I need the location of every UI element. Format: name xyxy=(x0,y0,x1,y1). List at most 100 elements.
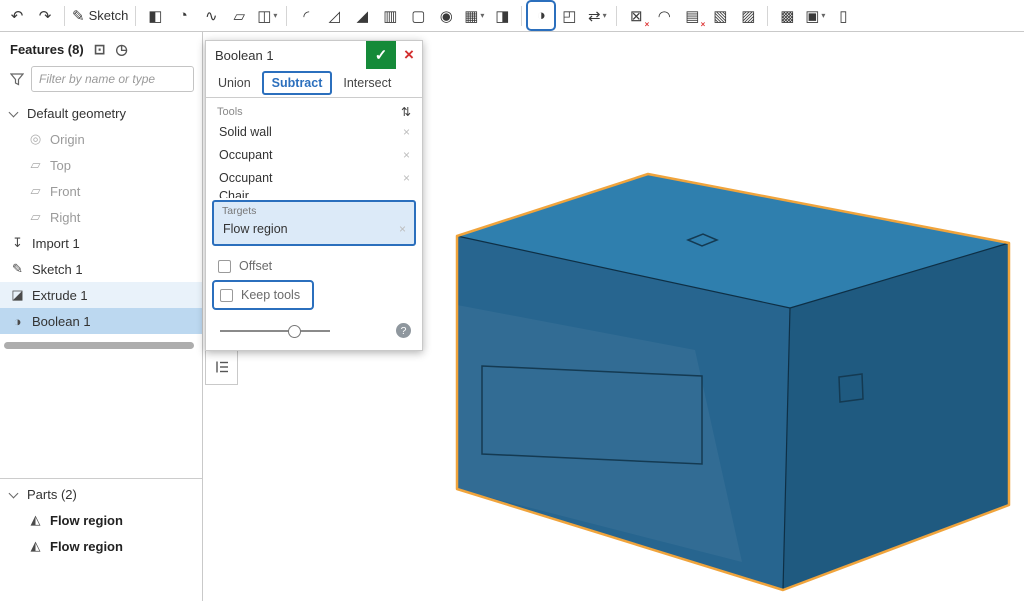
targets-item-flow-region[interactable]: Flow region × xyxy=(216,217,412,240)
tools-item-partial[interactable]: Chair xyxy=(212,189,416,198)
replace-face-button[interactable]: ▨ xyxy=(736,3,760,28)
tab-subtract[interactable]: Subtract xyxy=(262,71,333,95)
close-icon: × xyxy=(404,45,414,65)
chevron-down-icon[interactable] xyxy=(9,107,19,117)
import-icon: ↧ xyxy=(10,235,25,251)
part-item-flow-region-1[interactable]: ◭ Flow region xyxy=(0,507,202,533)
transform-button[interactable]: ⇄ ▾ xyxy=(585,3,609,28)
filter-input[interactable] xyxy=(31,66,194,92)
parts-group-header[interactable]: Parts (2) xyxy=(0,481,202,507)
extrude-button[interactable]: ◧ xyxy=(143,3,167,28)
tab-intersect[interactable]: Intersect xyxy=(335,73,399,93)
tab-union[interactable]: Union xyxy=(210,73,259,93)
tools-item-label: Occupant xyxy=(219,148,273,162)
revolve-button[interactable]: ◔ xyxy=(171,3,195,28)
help-icon[interactable]: ? xyxy=(396,323,411,338)
targets-item-label: Flow region xyxy=(223,222,288,236)
delete-part-button[interactable]: ⊠ × xyxy=(624,3,648,28)
remove-icon[interactable]: × xyxy=(399,222,406,236)
tree-item-label: Sketch 1 xyxy=(32,262,83,277)
history-clock-icon[interactable]: ◷ xyxy=(115,41,127,58)
chevron-down-icon[interactable]: ▾ xyxy=(273,11,277,20)
plane-icon: ▱ xyxy=(28,157,43,173)
chamfer-button[interactable]: ◿ xyxy=(322,3,346,28)
delete-part-icon: ⊠ xyxy=(630,7,643,25)
shell-icon: ▢ xyxy=(411,7,425,25)
keep-tools-highlight-box: Keep tools xyxy=(212,280,314,310)
chevron-down-icon[interactable]: ▾ xyxy=(480,11,484,20)
keep-tools-checkbox[interactable] xyxy=(220,289,233,302)
tools-item-occupant-1[interactable]: Occupant × xyxy=(212,143,416,166)
confirm-button[interactable]: ✓ xyxy=(366,41,396,69)
hole-button[interactable]: ◉ xyxy=(434,3,458,28)
tools-item-solid-wall[interactable]: Solid wall × xyxy=(212,120,416,143)
loft-button[interactable]: ▱ xyxy=(227,3,251,28)
delete-face-button[interactable]: ▤ × xyxy=(680,3,704,28)
fillet-button[interactable]: ◜ xyxy=(294,3,318,28)
shell-button[interactable]: ▢ xyxy=(406,3,430,28)
boolean-button[interactable]: ◑ xyxy=(529,3,553,28)
boolean-icon: ◑ xyxy=(537,7,546,24)
sketch-button[interactable]: ✎ Sketch xyxy=(72,3,128,28)
part-item-label: Flow region xyxy=(50,539,123,554)
tree-item-front-plane[interactable]: ▱ Front xyxy=(0,178,202,204)
move-face-button[interactable]: ▧ xyxy=(708,3,732,28)
remove-icon[interactable]: × xyxy=(403,125,410,139)
linear-pattern-button[interactable]: ▦ ▾ xyxy=(462,3,486,28)
remove-icon[interactable]: × xyxy=(403,171,410,185)
sheet-metal-button[interactable]: ▣ ▾ xyxy=(803,3,827,28)
tree-item-import-1[interactable]: ↧ Import 1 xyxy=(0,230,202,256)
tree-group-default-geometry[interactable]: Default geometry xyxy=(0,100,202,126)
offset-surface-button[interactable]: ▩ xyxy=(775,3,799,28)
thicken-button[interactable]: ◫ ▾ xyxy=(255,3,279,28)
boolean-operation-tabs: Union Subtract Intersect xyxy=(206,69,422,98)
mirror-button[interactable]: ◨ xyxy=(490,3,514,28)
filter-funnel-icon[interactable] xyxy=(10,73,24,86)
feature-list-toggle-button[interactable] xyxy=(205,349,238,385)
delete-face-icon: ▤ xyxy=(685,7,699,25)
slider-track[interactable] xyxy=(220,330,330,332)
main-toolbar: ↶ ↷ ✎ Sketch ◧ ◔ ∿ ▱ ◫ ▾ ◜ ◿ ◢ ▥ ▢ ◉ ▦ ▾… xyxy=(0,0,1024,32)
features-panel: Features (8) ⊡ ◷ Default geometry ◎ Orig… xyxy=(0,32,203,601)
slider-handle[interactable] xyxy=(288,325,301,338)
sweep-button[interactable]: ∿ xyxy=(199,3,223,28)
remove-icon[interactable]: × xyxy=(403,148,410,162)
offset-checkbox-row[interactable]: Offset xyxy=(218,259,416,273)
split-icon: ◰ xyxy=(562,7,576,25)
tree-item-right-plane[interactable]: ▱ Right xyxy=(0,204,202,230)
modify-fillet-button[interactable]: ◠ xyxy=(652,3,676,28)
redo-icon: ↷ xyxy=(39,7,52,25)
tree-item-extrude-1[interactable]: ◪ Extrude 1 xyxy=(0,282,202,308)
tree-item-origin[interactable]: ◎ Origin xyxy=(0,126,202,152)
keep-tools-checkbox-row[interactable]: Keep tools xyxy=(220,288,300,302)
tree-item-top-plane[interactable]: ▱ Top xyxy=(0,152,202,178)
toolbar-divider xyxy=(616,6,617,26)
sort-icon[interactable]: ⇅ xyxy=(401,105,411,119)
collapse-panel-icon[interactable]: ⊡ xyxy=(94,41,106,58)
offset-checkbox[interactable] xyxy=(218,260,231,273)
undo-button[interactable]: ↶ xyxy=(5,3,29,28)
part-item-flow-region-2[interactable]: ◭ Flow region xyxy=(0,533,202,559)
tools-label-row: Tools ⇅ xyxy=(212,103,416,120)
targets-field[interactable]: Targets Flow region × xyxy=(212,200,416,246)
loft-icon: ▱ xyxy=(234,7,246,25)
redo-button[interactable]: ↷ xyxy=(33,3,57,28)
cancel-button[interactable]: × xyxy=(396,41,422,69)
linear-pattern-icon: ▦ xyxy=(464,7,478,25)
thicken-icon: ◫ xyxy=(257,7,271,25)
chevron-down-icon[interactable]: ▾ xyxy=(821,11,825,20)
tree-item-label: Boolean 1 xyxy=(32,314,91,329)
chevron-down-icon[interactable]: ▾ xyxy=(603,11,607,20)
tree-item-sketch-1[interactable]: ✎ Sketch 1 xyxy=(0,256,202,282)
frame-button[interactable]: ▯ xyxy=(831,3,855,28)
chevron-down-icon[interactable] xyxy=(9,488,19,498)
tree-item-boolean-1[interactable]: ◑ Boolean 1 xyxy=(0,308,202,334)
tools-item-occupant-2[interactable]: Occupant × xyxy=(212,166,416,189)
origin-icon: ◎ xyxy=(28,131,43,147)
split-button[interactable]: ◰ xyxy=(557,3,581,28)
chamfer-icon: ◿ xyxy=(329,7,341,25)
draft-button[interactable]: ◢ xyxy=(350,3,374,28)
rib-button[interactable]: ▥ xyxy=(378,3,402,28)
dialog-body: Tools ⇅ Solid wall × Occupant × Occupant… xyxy=(206,98,422,350)
features-horizontal-scrollbar[interactable] xyxy=(4,342,194,349)
